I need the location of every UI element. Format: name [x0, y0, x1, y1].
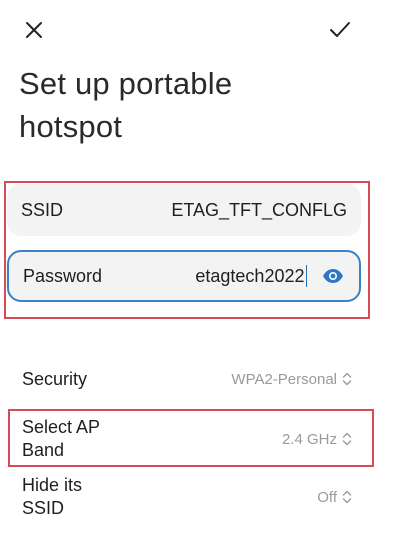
security-label: Security	[22, 368, 88, 389]
hide-ssid-row[interactable]: Hide its SSID Off	[22, 472, 352, 522]
hide-ssid-value: Off	[317, 488, 337, 506]
close-button[interactable]	[14, 14, 54, 50]
hide-ssid-label: Hide its SSID	[22, 475, 83, 518]
ap-band-highlight-box	[8, 409, 374, 467]
security-value-wrap: WPA2-Personal	[231, 371, 352, 388]
chevron-up-down-icon	[342, 489, 352, 505]
credentials-highlight-box	[4, 181, 370, 319]
chevron-up-down-icon	[342, 371, 352, 387]
check-icon	[328, 20, 352, 45]
hide-ssid-value-wrap: Off	[317, 489, 352, 506]
security-row[interactable]: Security WPA2-Personal	[22, 367, 352, 391]
security-value: WPA2-Personal	[231, 370, 337, 388]
page-title: Set up portable hotspot	[19, 66, 233, 144]
confirm-button[interactable]	[320, 14, 360, 50]
close-icon	[24, 20, 44, 45]
